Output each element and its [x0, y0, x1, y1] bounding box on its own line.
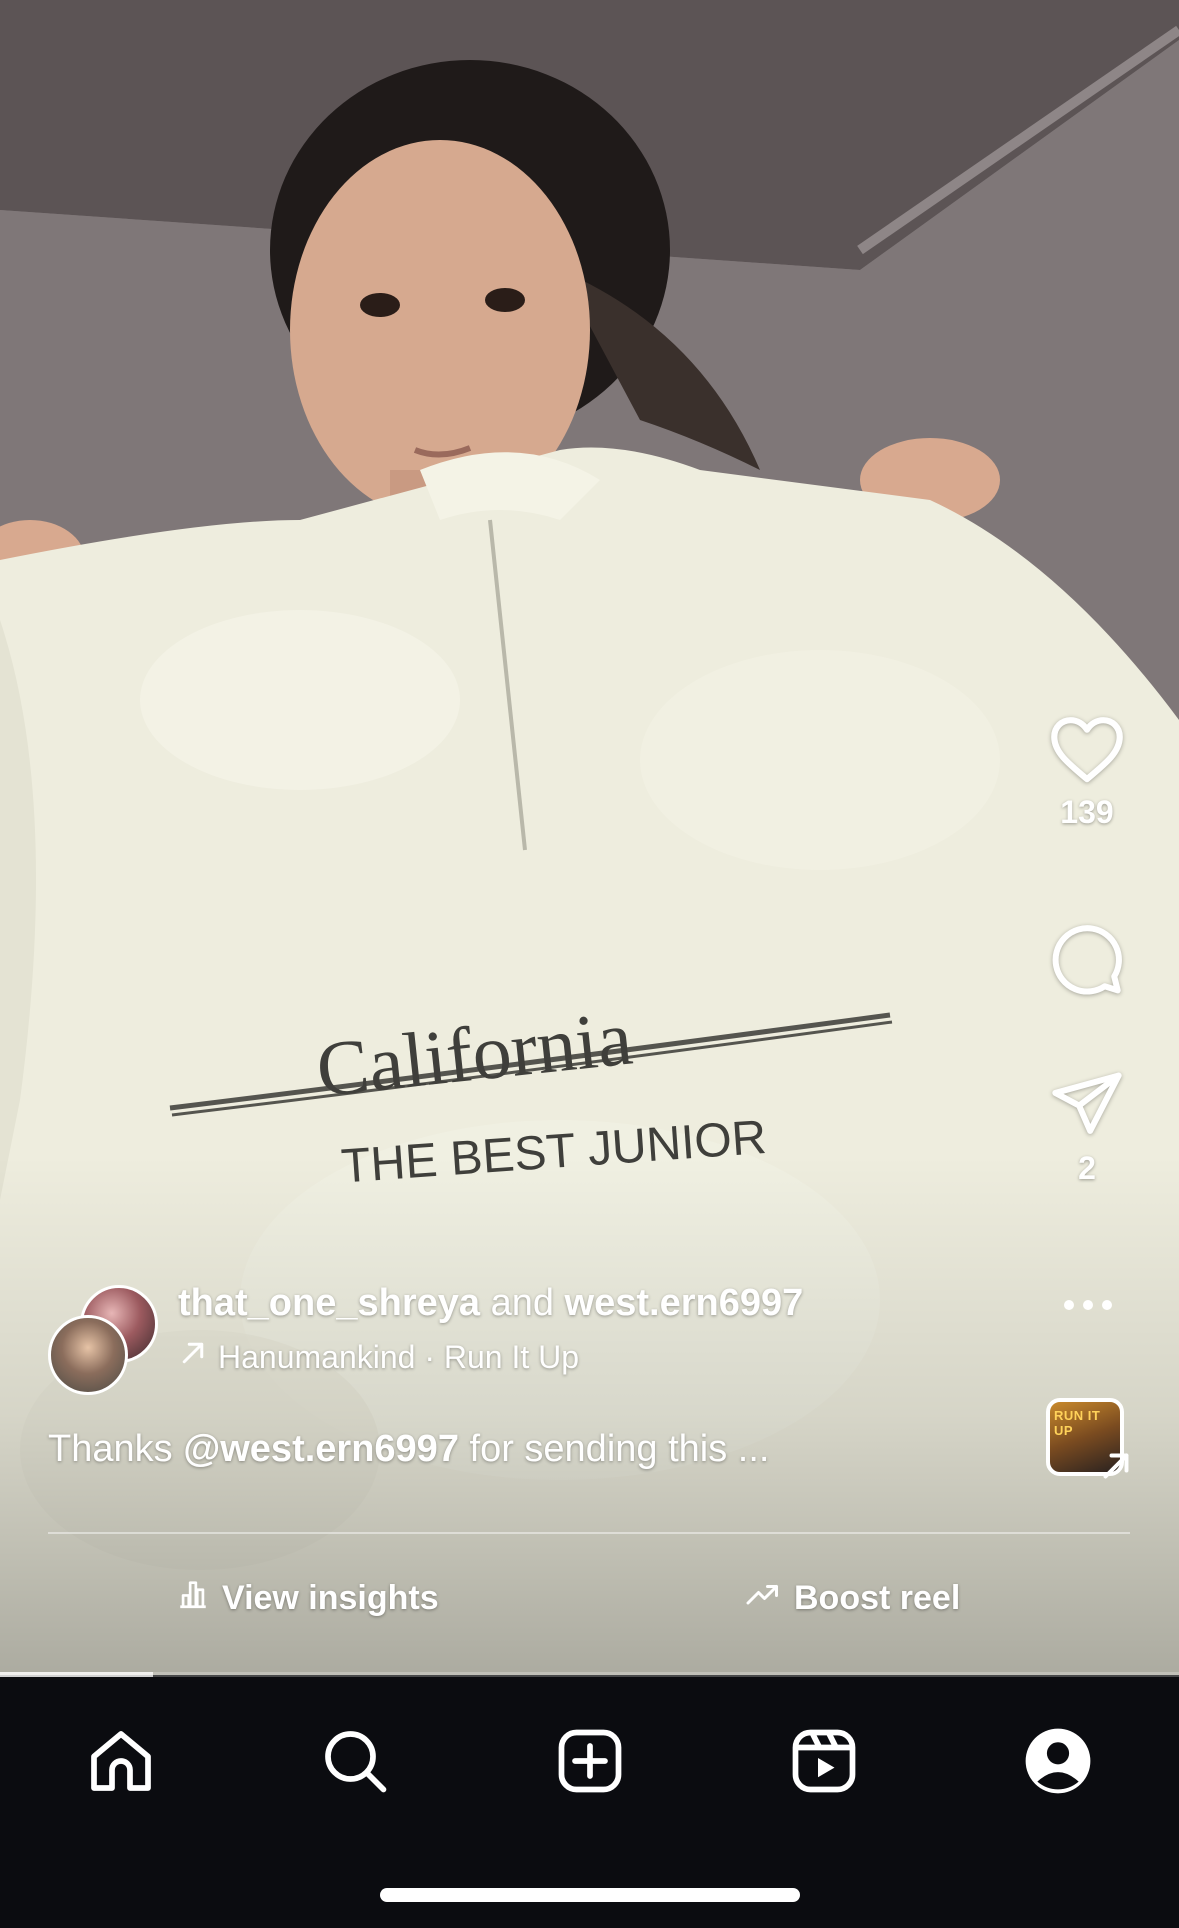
- share-action: 2: [1032, 1068, 1142, 1187]
- reel-screen: California THE BEST JUNIOR 139 2 that_on…: [0, 0, 1179, 1928]
- home-icon: [91, 1731, 151, 1791]
- more-dots-icon: [1064, 1300, 1112, 1310]
- author-avatar[interactable]: [48, 1315, 128, 1395]
- tab-profile[interactable]: [1013, 1716, 1103, 1806]
- author-username[interactable]: that_one_shreya: [178, 1282, 480, 1324]
- home-indicator[interactable]: [380, 1888, 800, 1902]
- bottom-tab-bar: [0, 1677, 1179, 1928]
- heart-icon[interactable]: [1047, 712, 1127, 784]
- search-icon: [325, 1731, 387, 1793]
- collab-avatars[interactable]: [48, 1285, 160, 1397]
- reel-caption[interactable]: Thanks @west.ern6997 for sending this ..…: [48, 1428, 769, 1471]
- tab-reels[interactable]: [779, 1716, 869, 1806]
- like-action: 139: [1032, 712, 1142, 831]
- tab-search[interactable]: [310, 1716, 400, 1806]
- audio-thumbnail-art-text: RUN IT UP: [1054, 1408, 1101, 1438]
- reels-icon: [792, 1729, 856, 1793]
- collaborator-username[interactable]: west.ern6997: [565, 1282, 804, 1324]
- share-count[interactable]: 2: [1078, 1150, 1096, 1187]
- comment-action: [1032, 922, 1142, 998]
- tab-home[interactable]: [76, 1716, 166, 1806]
- collab-usernames: that_one_shreya and west.ern6997: [178, 1282, 803, 1325]
- tab-create[interactable]: [545, 1716, 635, 1806]
- caption-prefix: Thanks: [48, 1428, 173, 1470]
- paper-plane-icon[interactable]: [1049, 1068, 1125, 1140]
- trending-up-icon: [744, 1579, 782, 1618]
- more-options-button[interactable]: [1058, 1290, 1118, 1320]
- profile-icon: [1025, 1728, 1091, 1794]
- view-insights-label: View insights: [222, 1578, 439, 1617]
- trending-arrow-icon: [178, 1338, 208, 1376]
- boost-reel-button[interactable]: Boost reel: [744, 1570, 960, 1626]
- audio-title: Hanumankind · Run It Up: [218, 1338, 580, 1375]
- audio-attribution[interactable]: Hanumankind · Run It Up: [178, 1338, 579, 1376]
- caption-mention[interactable]: @west.ern6997: [183, 1428, 459, 1470]
- create-plus-icon: [558, 1729, 622, 1793]
- reel-video[interactable]: California THE BEST JUNIOR: [0, 0, 1179, 1675]
- view-insights-button[interactable]: View insights: [176, 1570, 439, 1626]
- like-count[interactable]: 139: [1060, 794, 1113, 831]
- caption-rest: for sending this ...: [469, 1428, 770, 1470]
- audio-thumbnail-arrow-icon: [1098, 1448, 1134, 1489]
- bar-chart-icon: [176, 1577, 210, 1620]
- collab-connector: and: [490, 1282, 554, 1324]
- actions-divider: [48, 1532, 1130, 1534]
- boost-reel-label: Boost reel: [794, 1578, 961, 1617]
- comment-icon[interactable]: [1049, 922, 1125, 998]
